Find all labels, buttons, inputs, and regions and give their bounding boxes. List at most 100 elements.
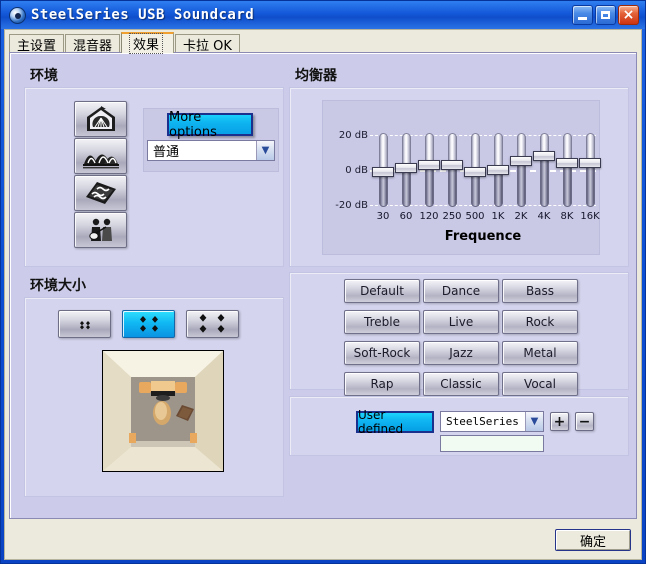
profile-name-input[interactable] [440,435,544,452]
concert-hall-icon [86,106,115,131]
eq-slider-4K[interactable] [533,133,555,207]
tab-mixer[interactable]: 混音器 [65,34,121,54]
tab-effects-label: 效果 [129,33,164,54]
opera-house-icon [82,154,119,169]
equalizer-presets-panel: Default Dance Bass Treble Live Rock Soft… [289,272,629,396]
preset-jazz[interactable]: Jazz [423,341,499,365]
eq-slider-thumb-16K[interactable] [579,158,601,168]
equalizer-group-title: 均衡器 [295,68,337,84]
eq-ylabel-mid: 0 dB [345,165,368,176]
effects-tab-page: 环境 More options 普通 ▼ 环境大小 均衡器 20 dB 0 dB… [9,52,637,519]
stone-plate-icon [85,182,116,204]
eq-slider-thumb-30[interactable] [372,166,394,177]
preset-rap[interactable]: Rap [344,372,420,396]
window-title: SteelSeries USB Soundcard [31,7,255,23]
user-defined-panel: User defined SteelSeries US ▼ + − [289,396,629,456]
maximize-icon [601,11,610,19]
eq-slider-thumb-120[interactable] [418,159,440,170]
eq-slider-filled [471,171,480,207]
eq-ylabel-bottom: -20 dB [335,200,368,211]
eq-xaxis-title: Frequence [444,229,522,244]
eq-slider-thumb-500[interactable] [464,166,486,177]
more-options-button[interactable]: More options [167,110,253,140]
eq-slider-filled [448,164,457,207]
tab-effects[interactable]: 效果 [121,32,175,54]
eq-slider-filled [517,161,526,207]
equalizer-panel: 20 dB 0 dB -20 dB 30 60 120 250 500 1K 2K 4K 8K 1… [289,87,629,267]
user-defined-button[interactable]: User defined [356,408,434,436]
preset-classic[interactable]: Classic [423,372,499,396]
tab-main-settings[interactable]: 主设置 [9,34,65,54]
preset-default[interactable]: Default [344,279,420,303]
client-area: 主设置 混音器 效果 卡拉 OK 环境 More options 普通 ▼ 环境… [4,29,642,560]
eq-slider-thumb-8K[interactable] [556,158,578,168]
close-button[interactable]: × [618,5,639,25]
tab-mixer-label: 混音器 [73,38,113,54]
eq-slider-2K[interactable] [510,133,532,207]
preset-dance[interactable]: Dance [423,279,499,303]
eq-slider-16K[interactable] [579,133,601,207]
live-band-icon [88,218,112,241]
preset-soft-rock[interactable]: Soft-Rock [344,341,420,365]
eq-slider-filled [494,170,503,207]
eq-slider-1K[interactable] [487,133,509,207]
close-icon: × [622,7,635,23]
application-window: SteelSeries USB Soundcard × 主设置 混音器 效果 卡… [0,0,646,564]
eq-slider-filled [379,171,388,207]
preset-rock[interactable]: Rock [502,310,578,334]
eq-slider-thumb-60[interactable] [395,163,417,174]
maximize-button[interactable] [595,5,616,25]
tab-karaoke[interactable]: 卡拉 OK [175,34,240,54]
environment-group-title: 环境 [30,68,58,84]
eq-slider-500[interactable] [464,133,486,207]
window-controls: × [572,5,641,25]
speakers-large-icon [199,314,224,333]
add-profile-button[interactable]: + [550,412,569,431]
environment-size-panel [24,297,284,497]
environment-panel: More options 普通 ▼ [24,87,284,267]
eq-slider-250[interactable] [441,133,463,207]
tab-main-settings-label: 主设置 [17,38,57,54]
soundcard-logo-icon [9,6,26,24]
user-profile-select[interactable]: SteelSeries US ▼ [440,411,544,432]
preset-live[interactable]: Live [423,310,499,334]
chevron-down-icon[interactable]: ▼ [256,141,274,160]
eq-slider-thumb-250[interactable] [441,159,463,170]
env-icon-stone[interactable] [74,175,127,211]
environment-preset-select[interactable]: 普通 ▼ [147,140,275,161]
minimize-button[interactable] [572,5,593,25]
title-bar: SteelSeries USB Soundcard × [1,1,645,29]
env-icon-hall[interactable] [74,101,127,137]
preset-vocal[interactable]: Vocal [502,372,578,396]
env-size-large[interactable] [186,310,239,338]
eq-slider-thumb-1K[interactable] [487,165,509,175]
eq-slider-thumb-2K[interactable] [510,156,532,167]
eq-slider-60[interactable] [395,133,417,207]
eq-slider-120[interactable] [418,133,440,207]
eq-slider-thumb-4K[interactable] [533,151,555,161]
eq-slider-30[interactable] [372,133,394,207]
eq-slider-filled [586,163,595,207]
eq-slider-8K[interactable] [556,133,578,207]
environment-preset-value: 普通 [153,145,180,160]
preset-bass[interactable]: Bass [502,279,578,303]
env-icon-opera[interactable] [74,138,127,174]
speakers-small-icon [79,321,90,330]
chevron-down-icon[interactable]: ▼ [525,412,543,431]
tab-karaoke-label: 卡拉 OK [183,38,232,54]
ok-button[interactable]: 确定 [555,529,631,551]
preset-metal[interactable]: Metal [502,341,578,365]
user-profile-value: SteelSeries US [446,415,525,428]
env-size-small[interactable] [58,310,111,338]
room-preview-image [102,350,224,472]
eq-slider-filled [540,156,549,207]
remove-profile-button[interactable]: − [575,412,594,431]
minimize-icon [578,17,587,20]
preset-treble[interactable]: Treble [344,310,420,334]
equalizer-chart: 20 dB 0 dB -20 dB 30 60 120 250 500 1K 2K 4K 8K 1… [322,100,601,255]
eq-slider-filled [563,163,572,207]
tab-strip: 主设置 混音器 效果 卡拉 OK [9,32,241,54]
eq-slider-filled [425,164,434,207]
env-icon-band[interactable] [74,212,127,248]
env-size-medium[interactable] [122,310,175,338]
